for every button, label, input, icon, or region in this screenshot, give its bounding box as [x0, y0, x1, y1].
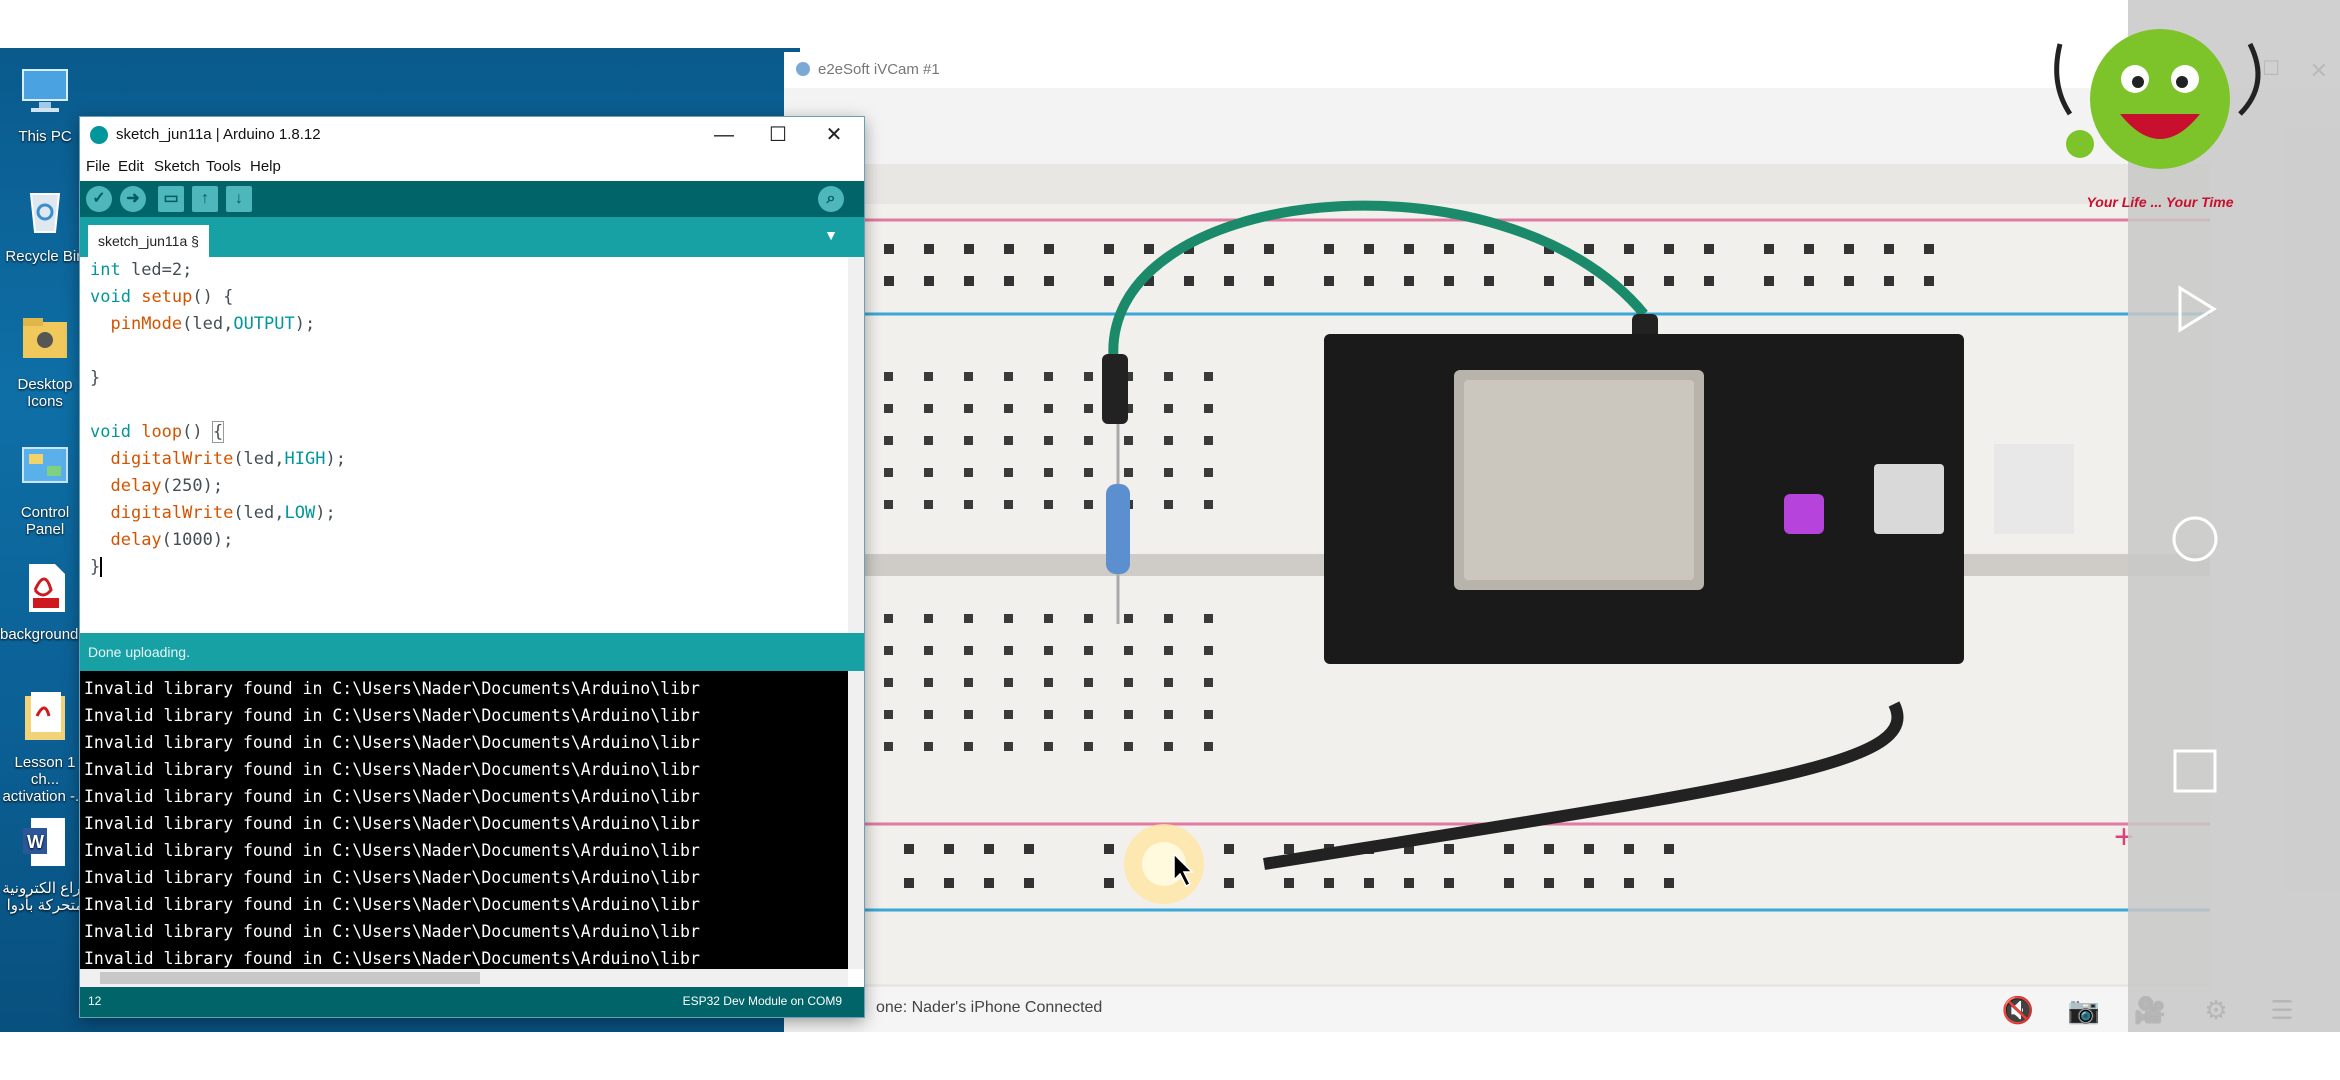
upload-status: Done uploading. — [88, 644, 190, 660]
desktop-icon-background-pdf[interactable]: background... — [0, 560, 91, 643]
channel-logo: Your Life ... Your Time — [2040, 4, 2280, 214]
menu-edit[interactable]: Edit — [118, 158, 144, 175]
desktop-icon-label: Recycle Bin — [5, 248, 85, 265]
code-line-1: int led=2; — [90, 260, 193, 280]
desktop-icon-label: This PC — [18, 128, 72, 145]
minimize-button[interactable]: — — [704, 119, 744, 151]
menu-tools[interactable]: Tools — [206, 158, 241, 175]
smiley-logo-icon — [2054, 29, 2261, 169]
recents-square-icon[interactable] — [2170, 746, 2220, 796]
desktop-icon-label: background... — [0, 626, 91, 643]
console-line: Invalid library found in C:\Users\Nader\… — [84, 895, 700, 914]
folder-icon — [23, 318, 67, 358]
console-line: Invalid library found in C:\Users\Nader\… — [84, 949, 700, 968]
code-line-3: pinMode(led,OUTPUT); — [110, 314, 316, 334]
menu-sketch[interactable]: Sketch — [154, 158, 200, 175]
console-line: Invalid library found in C:\Users\Nader\… — [84, 733, 700, 752]
code-line-2: void setup() { — [90, 287, 234, 307]
console-output: Invalid library found in C:\Users\Nader\… — [80, 671, 848, 969]
svg-text:W: W — [27, 832, 44, 852]
desktop-icon-label: Control Panel — [20, 504, 70, 538]
word-doc-icon: W — [23, 818, 65, 866]
message-bar: Done uploading. — [80, 633, 864, 671]
pdf-file-icon — [25, 692, 65, 740]
menu-help[interactable]: Help — [250, 158, 281, 175]
console-line: Invalid library found in C:\Users\Nader\… — [84, 841, 700, 860]
maximize-button[interactable]: ☐ — [758, 119, 798, 151]
console-line: Invalid library found in C:\Users\Nader\… — [84, 706, 700, 725]
code-line-7: void loop() { — [90, 421, 225, 443]
camera-icon[interactable]: 📷 — [2064, 990, 2104, 1030]
window-title: sketch_jun11a | Arduino 1.8.12 — [116, 126, 321, 143]
computer-icon — [22, 69, 68, 112]
status-footer: 12 ESP32 Dev Module on COM9 — [80, 987, 864, 1017]
console-line: Invalid library found in C:\Users\Nader\… — [84, 760, 700, 779]
mute-icon[interactable]: 🔇 — [1998, 990, 2038, 1030]
tab-bar: sketch_jun11a § ▼ — [80, 217, 864, 257]
arduino-logo-icon — [90, 126, 108, 144]
camera-video-feed: + — [864, 164, 2210, 1020]
open-icon[interactable]: ↑ — [192, 186, 218, 212]
recycle-bin-icon — [29, 193, 61, 233]
menu-bar: File Edit Sketch Tools Help — [80, 153, 864, 181]
desktop-icon-this-pc[interactable]: This PC — [0, 62, 90, 145]
desktop-icon-label: Lesson 1 ch... activation -... — [2, 754, 88, 805]
code-editor[interactable]: int led=2; void setup() { pinMode(led,OU… — [80, 257, 848, 633]
home-circle-icon[interactable] — [2170, 514, 2220, 564]
code-line-10: digitalWrite(led,LOW); — [110, 503, 336, 523]
desktop-icon-desktop-icons[interactable]: Desktop Icons — [0, 310, 90, 410]
console-line: Invalid library found in C:\Users\Nader\… — [84, 787, 700, 806]
serial-monitor-icon[interactable]: ⌕ — [818, 186, 844, 212]
play-icon[interactable] — [2170, 284, 2220, 334]
tab-sketch[interactable]: sketch_jun11a § — [88, 225, 209, 257]
tab-menu-icon[interactable]: ▼ — [824, 227, 838, 243]
code-line-12: } — [90, 557, 103, 577]
arduino-ide-window: sketch_jun11a | Arduino 1.8.12 — ☐ ✕ Fil… — [80, 117, 864, 1017]
save-icon[interactable]: ↓ — [226, 186, 252, 212]
console-line: Invalid library found in C:\Users\Nader\… — [84, 814, 700, 833]
console-scrollbar[interactable] — [848, 671, 864, 969]
new-sketch-icon[interactable]: ▭ — [158, 186, 184, 212]
code-line-11: delay(1000); — [110, 530, 234, 550]
code-line-5: } — [90, 368, 101, 388]
control-panel-icon — [22, 447, 68, 483]
desktop-icon-word-doc[interactable]: W زراع الكترونية متحركة بأدوا — [0, 814, 90, 914]
top-black-bar — [0, 0, 2340, 48]
connection-status: one: Nader's iPhone Connected — [876, 999, 1103, 1016]
desktop-icon-label: Desktop Icons — [17, 376, 73, 410]
desktop-icon-label: زراع الكترونية متحركة بأدوا — [2, 880, 88, 914]
logo-tagline: Your Life ... Your Time — [2086, 194, 2234, 210]
console-line: Invalid library found in C:\Users\Nader\… — [84, 868, 700, 887]
pdf-icon — [29, 564, 65, 612]
editor-scrollbar[interactable] — [848, 257, 864, 633]
ivcam-title: e2eSoft iVCam #1 — [818, 61, 940, 78]
upload-icon[interactable]: ➜ — [120, 186, 146, 212]
toolbar: ✓ ➜ ▭ ↑ ↓ ⌕ — [80, 181, 864, 217]
resistor — [1106, 484, 1130, 574]
console-line: Invalid library found in C:\Users\Nader\… — [84, 922, 700, 941]
desktop-icon-lesson-pdf[interactable]: Lesson 1 ch... activation -... — [0, 688, 90, 805]
led-onboard-glow — [1784, 494, 1824, 534]
code-line-9: delay(250); — [110, 476, 224, 496]
code-line-8: digitalWrite(led,HIGH); — [110, 449, 346, 469]
arduino-title-bar: sketch_jun11a | Arduino 1.8.12 — ☐ ✕ — [80, 117, 864, 153]
bottom-white-bar — [0, 1032, 2340, 1080]
board-port: ESP32 Dev Module on COM9 — [682, 994, 842, 1008]
console-horizontal-scrollbar[interactable] — [80, 969, 848, 987]
desktop-icon-recycle-bin[interactable]: Recycle Bin — [0, 182, 90, 265]
desktop-icon-control-panel[interactable]: Control Panel — [0, 438, 90, 538]
console-line: Invalid library found in C:\Users\Nader\… — [84, 679, 700, 698]
close-button[interactable]: ✕ — [814, 119, 854, 151]
scroll-thumb[interactable] — [100, 972, 480, 984]
webcam-icon — [796, 62, 810, 76]
menu-file[interactable]: File — [86, 158, 110, 175]
line-number: 12 — [88, 994, 102, 1008]
verify-icon[interactable]: ✓ — [86, 186, 112, 212]
